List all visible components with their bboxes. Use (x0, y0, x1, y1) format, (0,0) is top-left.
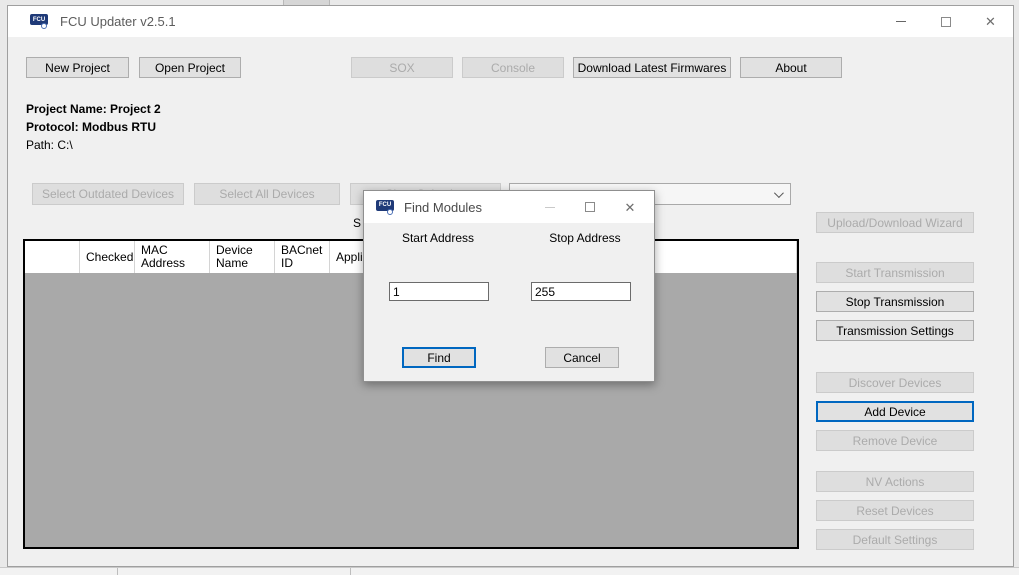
maximize-icon (585, 202, 595, 212)
column-header-mac-address[interactable]: MAC Address (135, 241, 210, 273)
default-settings-button: Default Settings (816, 529, 974, 550)
download-latest-firmwares-button[interactable]: Download Latest Firmwares (573, 57, 731, 78)
select-outdated-devices-button: Select Outdated Devices (32, 183, 184, 205)
title-bar: FCU FCU Updater v2.5.1 ✕ (8, 6, 1013, 37)
partial-label: S (353, 216, 361, 230)
window-title: FCU Updater v2.5.1 (60, 14, 176, 29)
close-icon: ✕ (625, 201, 636, 214)
close-button[interactable]: ✕ (968, 6, 1013, 37)
dialog-minimize-button (530, 191, 570, 223)
column-header-checked[interactable]: Checked (80, 241, 135, 273)
app-icon: FCU (30, 14, 50, 29)
minimize-icon (545, 207, 555, 208)
stop-address-input[interactable] (531, 282, 631, 301)
protocol-label: Protocol: Modbus RTU (26, 120, 156, 134)
start-address-label: Start Address (378, 231, 498, 245)
maximize-button[interactable] (923, 6, 968, 37)
discover-devices-button: Discover Devices (816, 372, 974, 393)
background-divider (117, 568, 118, 575)
cancel-button[interactable]: Cancel (545, 347, 619, 368)
chevron-down-icon (774, 188, 784, 198)
open-project-button[interactable]: Open Project (139, 57, 241, 78)
nv-actions-button: NV Actions (816, 471, 974, 492)
remove-device-button: Remove Device (816, 430, 974, 451)
project-name-label: Project Name: Project 2 (26, 102, 161, 116)
window-controls: ✕ (878, 6, 1013, 37)
find-modules-dialog: FCU Find Modules ✕ Start Address Stop Ad… (363, 190, 655, 382)
add-device-button[interactable]: Add Device (816, 401, 974, 422)
background-divider (350, 568, 351, 575)
transmission-settings-button[interactable]: Transmission Settings (816, 320, 974, 341)
column-header-bacnet-id[interactable]: BACnet ID (275, 241, 330, 273)
desktop: FCU FCU Updater v2.5.1 ✕ New Project Ope… (0, 0, 1019, 575)
select-all-devices-button: Select All Devices (194, 183, 340, 205)
close-icon: ✕ (985, 15, 996, 28)
column-header-device-name[interactable]: Device Name (210, 241, 275, 273)
reset-devices-button: Reset Devices (816, 500, 974, 521)
dialog-maximize-button[interactable] (570, 191, 610, 223)
sox-button: SOX (351, 57, 453, 78)
minimize-button[interactable] (878, 6, 923, 37)
find-button[interactable]: Find (402, 347, 476, 368)
column-header-partial[interactable]: up (630, 241, 797, 273)
stop-address-label: Stop Address (525, 231, 645, 245)
dialog-title: Find Modules (404, 200, 482, 215)
console-button: Console (462, 57, 564, 78)
stop-transmission-button[interactable]: Stop Transmission (816, 291, 974, 312)
about-button[interactable]: About (740, 57, 842, 78)
maximize-icon (941, 17, 951, 27)
column-header-row-selector[interactable] (25, 241, 80, 273)
dialog-title-bar: FCU Find Modules ✕ (364, 191, 654, 223)
upload-download-wizard-button: Upload/Download Wizard (816, 212, 974, 233)
new-project-button[interactable]: New Project (26, 57, 129, 78)
start-address-input[interactable] (389, 282, 489, 301)
dialog-window-controls: ✕ (530, 191, 650, 223)
gear-icon (387, 209, 393, 215)
path-label: Path: C:\ (26, 138, 73, 152)
gear-icon (41, 23, 47, 29)
dialog-app-icon: FCU (376, 200, 396, 215)
dialog-close-button[interactable]: ✕ (610, 191, 650, 223)
start-transmission-button: Start Transmission (816, 262, 974, 283)
minimize-icon (896, 21, 906, 22)
taskbar-strip (0, 567, 1019, 575)
